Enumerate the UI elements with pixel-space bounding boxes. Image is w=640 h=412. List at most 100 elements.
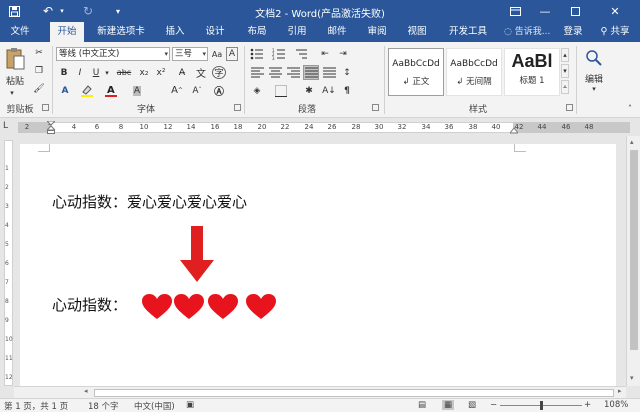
multilevel-list-icon[interactable] bbox=[294, 47, 308, 61]
vertical-scrollbar[interactable]: ▴ ▾ bbox=[626, 136, 640, 386]
subscript-button[interactable]: x₂ bbox=[137, 66, 151, 79]
distributed-icon[interactable] bbox=[322, 66, 336, 79]
style-normal[interactable]: AaBbCcDd ↲ 正文 bbox=[388, 48, 444, 96]
language[interactable]: 中文(中国) bbox=[134, 400, 175, 412]
editing-button[interactable]: 编辑 bbox=[578, 72, 610, 85]
strikethrough-button[interactable]: abc bbox=[114, 66, 134, 79]
read-mode-icon[interactable]: ▤ bbox=[418, 400, 426, 410]
zoom-level[interactable]: 108% bbox=[604, 400, 628, 410]
tab-insert[interactable]: 插入 bbox=[158, 22, 192, 42]
zoom-in-icon[interactable]: + bbox=[584, 400, 591, 410]
style-no-spacing[interactable]: AaBbCcDd ↲ 无间隔 bbox=[446, 48, 502, 96]
enclose-char-icon[interactable]: 字 bbox=[212, 66, 226, 79]
print-layout-icon[interactable]: ▦ bbox=[442, 400, 455, 410]
numbering-icon[interactable]: 123 bbox=[272, 47, 286, 61]
horizontal-scrollbar[interactable]: ◂ ▸ bbox=[14, 386, 626, 398]
highlight-icon[interactable] bbox=[80, 84, 94, 97]
tab-file[interactable]: 文件 bbox=[2, 22, 38, 42]
align-left-icon[interactable] bbox=[250, 66, 264, 79]
share-button[interactable]: ⚲ 共享 bbox=[592, 22, 638, 42]
web-layout-icon[interactable]: ▧ bbox=[468, 400, 476, 410]
grow-font-icon[interactable]: A ^ bbox=[170, 84, 184, 97]
minimize-icon[interactable]: — bbox=[530, 0, 560, 22]
increase-indent-icon[interactable]: ⇥ bbox=[336, 47, 350, 61]
tab-layout[interactable]: 布局 bbox=[240, 22, 274, 42]
styles-scroll-down-icon[interactable]: ▾ bbox=[561, 64, 569, 78]
underline-dropdown-icon[interactable]: ▾ bbox=[103, 66, 111, 79]
vertical-ruler-tick: 4 bbox=[5, 222, 9, 229]
tab-developer[interactable]: 开发工具 bbox=[440, 22, 496, 42]
scroll-left-icon[interactable]: ◂ bbox=[84, 387, 88, 395]
format-painter-icon[interactable]: 🖌 bbox=[32, 82, 46, 96]
paragraph-launcher-icon[interactable] bbox=[372, 104, 379, 111]
zoom-out-icon[interactable]: − bbox=[490, 400, 497, 410]
find-icon[interactable] bbox=[582, 46, 606, 70]
page-count[interactable]: 第 1 页，共 1 页 bbox=[4, 400, 68, 412]
tab-review[interactable]: 审阅 bbox=[360, 22, 394, 42]
styles-launcher-icon[interactable] bbox=[566, 104, 573, 111]
horizontal-scroll-thumb[interactable] bbox=[94, 389, 614, 397]
decrease-indent-icon[interactable]: ⇤ bbox=[318, 47, 332, 61]
sort-icon[interactable]: A↓ bbox=[322, 84, 336, 97]
align-right-icon[interactable] bbox=[286, 66, 300, 79]
styles-scroll-up-icon[interactable]: ▴ bbox=[561, 48, 569, 62]
horizontal-ruler: L 22468101214161820222426283032343638404… bbox=[0, 118, 640, 136]
cut-icon[interactable]: ✂ bbox=[32, 46, 46, 60]
editing-dropdown-icon[interactable]: ▾ bbox=[588, 84, 600, 94]
font-size-combo[interactable]: 三号 ▾ bbox=[172, 47, 208, 61]
font-name-combo[interactable]: 等线 (中文正文) ▾ bbox=[56, 47, 170, 61]
char-scaling-icon[interactable]: Ⓐ bbox=[212, 84, 226, 98]
collapse-ribbon-icon[interactable]: ˄ bbox=[624, 102, 636, 114]
char-shading-icon[interactable]: A bbox=[130, 84, 144, 97]
scroll-right-icon[interactable]: ▸ bbox=[618, 387, 622, 395]
align-center-icon[interactable] bbox=[268, 66, 282, 79]
font-launcher-icon[interactable] bbox=[234, 104, 241, 111]
tab-references[interactable]: 引用 bbox=[280, 22, 314, 42]
clipboard-launcher-icon[interactable] bbox=[42, 104, 49, 111]
scroll-up-icon[interactable]: ▴ bbox=[630, 138, 634, 146]
justify-icon[interactable] bbox=[303, 65, 319, 80]
bold-button[interactable]: B bbox=[58, 66, 70, 79]
line-spacing-icon[interactable]: ↕ bbox=[340, 66, 354, 79]
tab-design[interactable]: 设计 bbox=[198, 22, 232, 42]
paste-button[interactable]: 粘贴 bbox=[2, 74, 28, 87]
superscript-button[interactable]: x² bbox=[154, 66, 168, 79]
shrink-font-icon[interactable]: Aˇ bbox=[190, 84, 204, 97]
phonetic-guide-icon[interactable]: 文 bbox=[194, 66, 208, 80]
share-label: 共享 bbox=[610, 26, 630, 37]
borders-icon[interactable] bbox=[274, 84, 288, 97]
zoom-slider-knob[interactable] bbox=[540, 401, 543, 410]
change-case-icon[interactable]: Aa bbox=[210, 47, 224, 61]
italic-button[interactable]: I bbox=[74, 66, 86, 79]
paste-icon[interactable] bbox=[4, 46, 26, 72]
clear-format-icon[interactable]: A̶ bbox=[175, 66, 189, 79]
font-color-icon[interactable]: A bbox=[104, 84, 118, 97]
paste-dropdown-icon[interactable]: ▾ bbox=[6, 88, 18, 98]
chinese-layout-icon[interactable]: ✱ bbox=[302, 84, 316, 97]
underline-button[interactable]: U bbox=[90, 66, 102, 79]
tab-selector[interactable]: L bbox=[3, 121, 8, 131]
tab-view[interactable]: 视图 bbox=[400, 22, 434, 42]
tab-new-tab[interactable]: 新建选项卡 bbox=[90, 22, 152, 42]
vertical-scroll-thumb[interactable] bbox=[630, 150, 638, 350]
show-marks-icon[interactable]: ¶ bbox=[340, 84, 354, 97]
maximize-icon[interactable] bbox=[560, 0, 590, 22]
char-border-icon[interactable]: A bbox=[226, 47, 238, 61]
ribbon-display-icon[interactable] bbox=[500, 0, 530, 22]
tell-me-box[interactable]: ◌ 告诉我... bbox=[504, 22, 550, 42]
bullets-icon[interactable] bbox=[250, 47, 264, 61]
copy-icon[interactable]: ❐ bbox=[32, 64, 46, 78]
style-heading-1[interactable]: AaBl 标题 1 bbox=[504, 48, 560, 96]
shading-icon[interactable]: ◈ bbox=[250, 84, 264, 97]
login-link[interactable]: 登录 bbox=[558, 22, 588, 42]
document-page[interactable]: 心动指数：爱心爱心爱心爱心 心动指数： bbox=[20, 144, 616, 386]
scroll-down-icon[interactable]: ▾ bbox=[630, 374, 634, 382]
close-icon[interactable]: ✕ bbox=[600, 0, 630, 22]
tab-home[interactable]: 开始 bbox=[50, 22, 84, 42]
indent-marker-icon[interactable] bbox=[45, 120, 57, 137]
text-effects-icon[interactable]: A bbox=[58, 84, 72, 97]
word-count[interactable]: 18 个字 bbox=[88, 400, 119, 412]
macro-record-icon[interactable]: ▣ bbox=[186, 400, 194, 410]
tab-mailings[interactable]: 邮件 bbox=[320, 22, 354, 42]
styles-more-icon[interactable]: ⩡ bbox=[561, 80, 569, 94]
